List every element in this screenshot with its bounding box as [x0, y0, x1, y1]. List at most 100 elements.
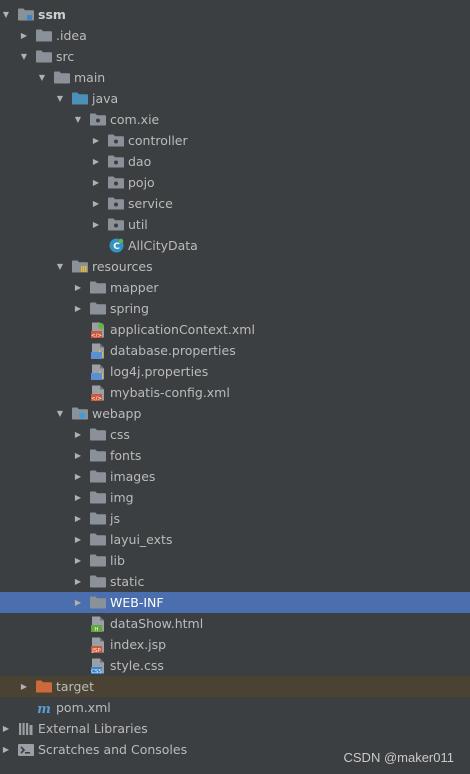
tree-item-src[interactable]: ▼ src [0, 46, 470, 67]
tree-item-lib[interactable]: ▶ lib [0, 550, 470, 571]
libraries-icon [18, 722, 34, 736]
folder-icon [90, 554, 106, 568]
xml-file-icon: </> [90, 385, 106, 401]
svg-text:H: H [94, 627, 98, 632]
tree-item-allcitydata[interactable]: C AllCityData [0, 235, 470, 256]
tree-item-label: com.xie [110, 112, 160, 127]
tree-item-images[interactable]: ▶ images [0, 466, 470, 487]
scratches-icon [18, 743, 34, 757]
project-tree: ▼ ssm ▶ .idea ▼ src ▼ main ▼ java ▼ com.xie ▶ control… [0, 4, 470, 760]
tree-item-layui-exts[interactable]: ▶ layui_exts [0, 529, 470, 550]
tree-item-main[interactable]: ▼ main [0, 67, 470, 88]
tree-item-com-xie[interactable]: ▼ com.xie [0, 109, 470, 130]
tree-item-label: applicationContext.xml [110, 322, 255, 337]
tree-item-service[interactable]: ▶ service [0, 193, 470, 214]
tree-item-database-properties[interactable]: database.properties [0, 340, 470, 361]
tree-item-ssm[interactable]: ▼ ssm [0, 4, 470, 25]
expand-arrow-icon[interactable]: ▶ [72, 445, 84, 466]
tree-item-log4j-properties[interactable]: log4j.properties [0, 361, 470, 382]
tree-item-label: pom.xml [56, 700, 111, 715]
excluded-folder-icon [36, 680, 52, 694]
svg-text:JSP: JSP [91, 648, 101, 653]
expand-arrow-icon[interactable]: ▶ [90, 214, 102, 235]
tree-item-js[interactable]: ▶ js [0, 508, 470, 529]
tree-item-label: service [128, 196, 173, 211]
tree-item-dao[interactable]: ▶ dao [0, 151, 470, 172]
tree-item-java[interactable]: ▼ java [0, 88, 470, 109]
tree-item-label: java [92, 91, 119, 106]
expand-arrow-icon[interactable]: ▶ [18, 676, 30, 697]
expand-arrow-icon[interactable]: ▶ [90, 151, 102, 172]
tree-item-style-css[interactable]: CSS style.css [0, 655, 470, 676]
expand-arrow-icon[interactable]: ▶ [72, 298, 84, 319]
collapse-arrow-icon[interactable]: ▼ [54, 256, 66, 277]
tree-item-idea[interactable]: ▶ .idea [0, 25, 470, 46]
svg-text:</>: </> [91, 396, 102, 401]
expand-arrow-icon[interactable]: ▶ [18, 25, 30, 46]
expand-arrow-icon[interactable]: ▶ [0, 739, 12, 760]
folder-icon [90, 575, 106, 589]
expand-arrow-icon[interactable]: ▶ [90, 130, 102, 151]
tree-item-datashow-html[interactable]: HdataShow.html [0, 613, 470, 634]
collapse-arrow-icon[interactable]: ▼ [54, 403, 66, 424]
tree-item-mapper[interactable]: ▶ mapper [0, 277, 470, 298]
expand-arrow-icon[interactable]: ▶ [0, 718, 12, 739]
tree-item-controller[interactable]: ▶ controller [0, 130, 470, 151]
package-icon [108, 134, 124, 148]
tree-item-label: WEB-INF [110, 595, 164, 610]
expand-arrow-icon[interactable]: ▶ [72, 487, 84, 508]
java-class-icon: C [108, 238, 124, 253]
tree-item-label: database.properties [110, 343, 236, 358]
tree-item-target[interactable]: ▶ target [0, 676, 470, 697]
expand-arrow-icon[interactable]: ▶ [90, 193, 102, 214]
tree-item-web-inf[interactable]: ▶ WEB-INF [0, 592, 470, 613]
expand-arrow-icon[interactable]: ▶ [72, 466, 84, 487]
expand-arrow-icon[interactable]: ▶ [72, 277, 84, 298]
tree-item-label: controller [128, 133, 188, 148]
package-icon [108, 218, 124, 232]
collapse-arrow-icon[interactable]: ▼ [36, 67, 48, 88]
tree-item-mybatis-config-xml[interactable]: </> mybatis-config.xml [0, 382, 470, 403]
tree-item-label: mapper [110, 280, 159, 295]
tree-item-static[interactable]: ▶ static [0, 571, 470, 592]
tree-item-label: dataShow.html [110, 616, 204, 631]
tree-item-external-libraries[interactable]: ▶ External Libraries [0, 718, 470, 739]
collapse-arrow-icon[interactable]: ▼ [0, 4, 12, 25]
expand-arrow-icon[interactable]: ▶ [72, 529, 84, 550]
tree-item-img[interactable]: ▶ img [0, 487, 470, 508]
collapse-arrow-icon[interactable]: ▼ [18, 46, 30, 67]
expand-arrow-icon[interactable]: ▶ [72, 571, 84, 592]
tree-item-resources[interactable]: ▼ resources [0, 256, 470, 277]
tree-item-webapp[interactable]: ▼ webapp [0, 403, 470, 424]
tree-item-label: lib [110, 553, 125, 568]
collapse-arrow-icon[interactable]: ▼ [72, 109, 84, 130]
tree-item-label: util [128, 217, 148, 232]
spring-xml-icon: </> [90, 322, 106, 338]
tree-item-spring[interactable]: ▶ spring [0, 298, 470, 319]
package-icon [108, 155, 124, 169]
folder-icon [90, 428, 106, 442]
tree-item-util[interactable]: ▶ util [0, 214, 470, 235]
tree-item-pojo[interactable]: ▶ pojo [0, 172, 470, 193]
collapse-arrow-icon[interactable]: ▼ [54, 88, 66, 109]
package-icon [90, 113, 106, 127]
expand-arrow-icon[interactable]: ▶ [90, 172, 102, 193]
tree-item-index-jsp[interactable]: JSP index.jsp [0, 634, 470, 655]
folder-icon [90, 512, 106, 526]
svg-text:m: m [37, 702, 51, 715]
tree-item-label: static [110, 574, 145, 589]
expand-arrow-icon[interactable]: ▶ [72, 508, 84, 529]
expand-arrow-icon[interactable]: ▶ [72, 424, 84, 445]
folder-icon [90, 470, 106, 484]
jsp-file-icon: JSP [90, 637, 106, 653]
expand-arrow-icon[interactable]: ▶ [72, 592, 84, 613]
tree-item-applicationcontext-xml[interactable]: </> applicationContext.xml [0, 319, 470, 340]
tree-item-label: images [110, 469, 156, 484]
tree-item-css[interactable]: ▶ css [0, 424, 470, 445]
tree-item-label: External Libraries [38, 721, 148, 736]
expand-arrow-icon[interactable]: ▶ [72, 550, 84, 571]
tree-item-label: img [110, 490, 134, 505]
tree-item-fonts[interactable]: ▶ fonts [0, 445, 470, 466]
tree-item-label: js [110, 511, 120, 526]
tree-item-pom-xml[interactable]: m pom.xml [0, 697, 470, 718]
